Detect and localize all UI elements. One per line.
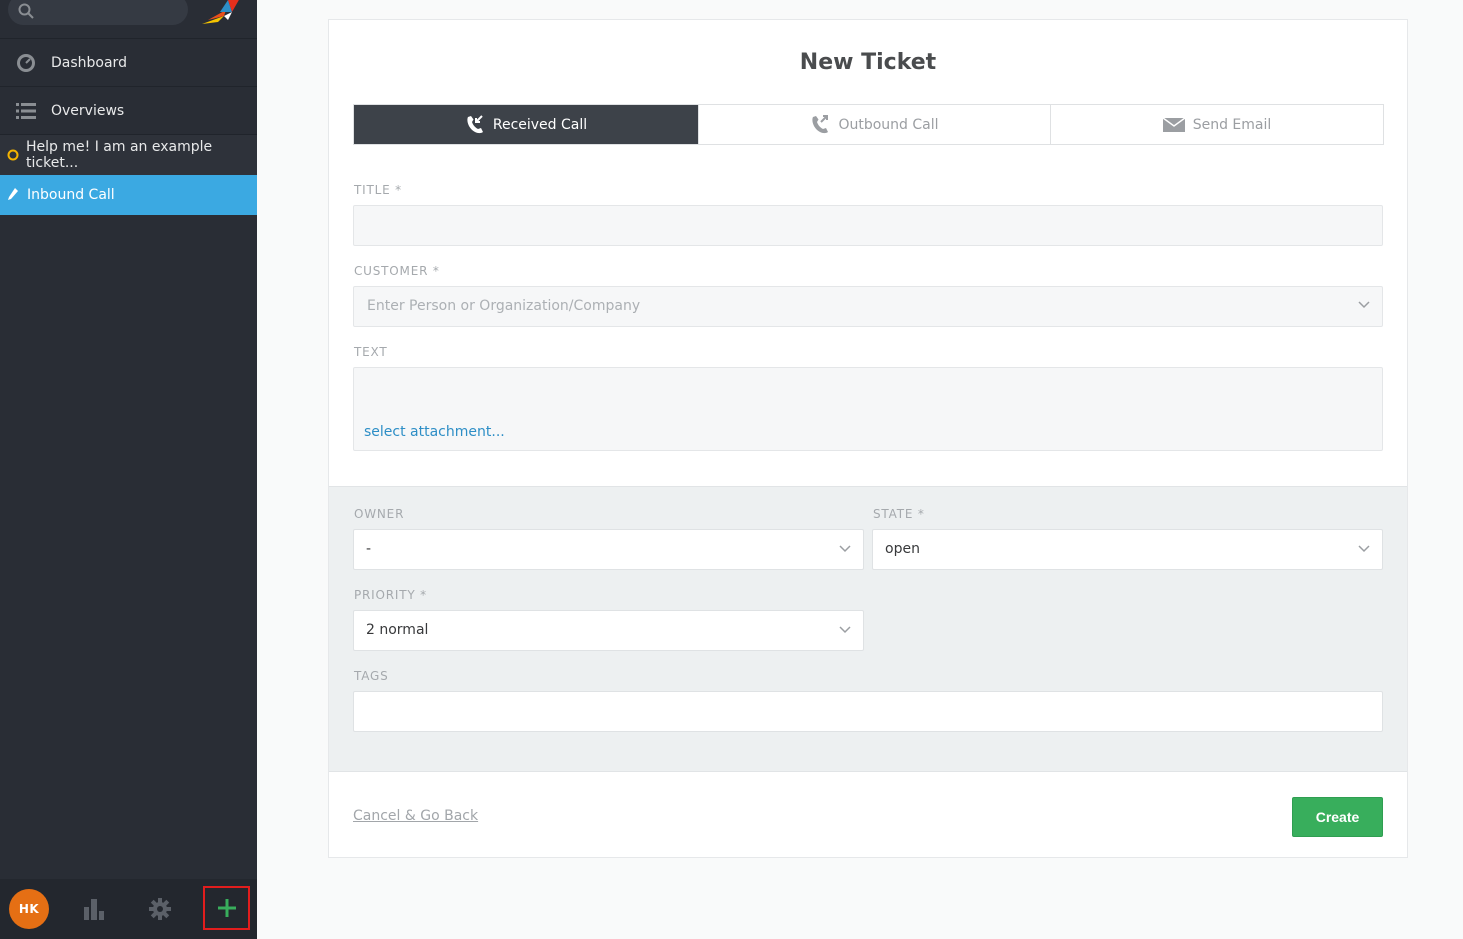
chevron-down-icon (839, 626, 851, 634)
new-ticket-form: New Ticket Received Call Outbound Call S… (328, 19, 1408, 858)
pencil-icon (7, 188, 27, 202)
priority-value: 2 normal (366, 622, 429, 638)
dashboard-icon (16, 53, 36, 73)
tab-label: Received Call (492, 116, 588, 133)
ticket-type-tabs: Received Call Outbound Call Send Email (353, 104, 1384, 145)
settings-icon[interactable] (140, 889, 180, 929)
customer-input[interactable]: Enter Person or Organization/Company (353, 286, 1383, 327)
plus-icon (217, 899, 236, 917)
received-call-icon (467, 114, 483, 133)
customer-label: CUSTOMER * (354, 264, 440, 278)
owner-select[interactable]: - (353, 529, 864, 570)
state-value: open (885, 541, 920, 557)
text-editor[interactable]: select attachment... (353, 367, 1383, 451)
tab-received-call[interactable]: Received Call (354, 105, 699, 144)
search-icon (18, 3, 34, 19)
title-input[interactable] (353, 205, 1383, 246)
ticket-status-icon (7, 149, 26, 161)
nav-item-dashboard[interactable]: Dashboard (0, 39, 257, 87)
sidebar-footer: HK (0, 879, 257, 939)
customer-placeholder: Enter Person or Organization/Company (367, 298, 641, 314)
tab-label: Outbound Call (838, 116, 939, 133)
cancel-go-back-link[interactable]: Cancel & Go Back (353, 808, 478, 824)
page-title: New Ticket (799, 50, 937, 75)
tab-label: Send Email (1192, 116, 1272, 133)
tags-label: TAGS (354, 669, 389, 683)
priority-select[interactable]: 2 normal (353, 610, 864, 651)
open-tab-inbound-call[interactable]: Inbound Call (0, 175, 257, 215)
reports-icon[interactable] (74, 889, 114, 929)
state-select[interactable]: open (872, 529, 1383, 570)
chevron-down-icon (839, 545, 851, 553)
sidebar: Dashboard Overviews Help me! I am an exa… (0, 0, 257, 939)
select-attachment-link[interactable]: select attachment... (364, 424, 505, 440)
priority-label: PRIORITY * (354, 588, 427, 602)
main-content: New Ticket Received Call Outbound Call S… (257, 0, 1463, 939)
title-label: TITLE * (354, 183, 402, 197)
outbound-call-icon (812, 114, 829, 133)
new-ticket-button[interactable] (203, 886, 250, 930)
open-tab-label: Help me! I am an example ticket... (26, 139, 213, 171)
nav-label-overviews: Overviews (51, 102, 125, 119)
open-tab-label: Inbound Call (27, 187, 115, 203)
create-button[interactable]: Create (1292, 797, 1383, 837)
email-icon (1162, 116, 1185, 132)
nav-item-overviews[interactable]: Overviews (0, 87, 257, 135)
chevron-down-icon (1358, 545, 1370, 553)
tags-input[interactable] (353, 691, 1383, 732)
logo-icon[interactable] (198, 0, 242, 30)
sidebar-header (0, 0, 257, 39)
search-input[interactable] (8, 0, 188, 25)
avatar[interactable]: HK (9, 889, 49, 929)
list-icon (15, 102, 36, 120)
ticket-attributes-panel: OWNER - STATE * open PRIORITY * 2 normal… (329, 486, 1407, 772)
text-label: TEXT (354, 345, 388, 359)
tab-send-email[interactable]: Send Email (1051, 105, 1383, 144)
chevron-down-icon (1358, 301, 1370, 309)
state-label: STATE * (873, 507, 925, 521)
owner-value: - (366, 541, 372, 557)
tab-outbound-call[interactable]: Outbound Call (699, 105, 1051, 144)
nav-label-dashboard: Dashboard (51, 54, 127, 71)
open-tab-example-ticket[interactable]: Help me! I am an example ticket... (0, 135, 257, 175)
owner-label: OWNER (354, 507, 405, 521)
